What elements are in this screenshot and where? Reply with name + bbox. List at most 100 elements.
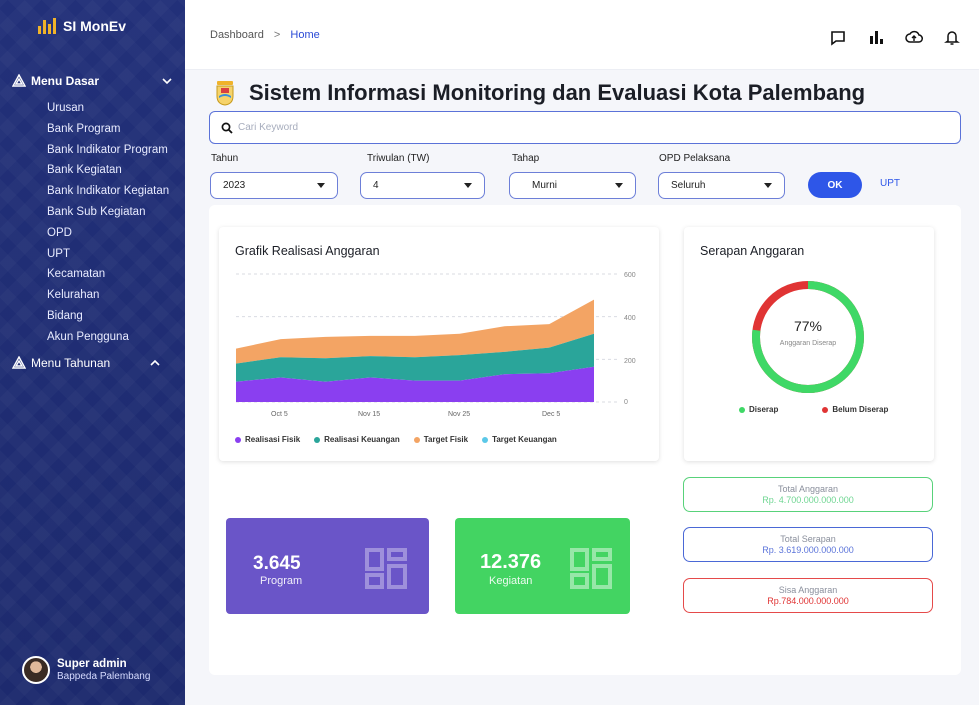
caret-down-icon	[317, 183, 325, 188]
total-serapan-box: Total Serapan Rp. 3.619.000.000.000	[683, 527, 933, 562]
dashboard-icon	[570, 548, 612, 589]
sidebar-item-akun-pengguna[interactable]: Akun Pengguna	[47, 327, 169, 348]
sidebar-item-bidang[interactable]: Bidang	[47, 306, 169, 327]
legend-belum-diserap: Belum Diserap	[822, 405, 888, 414]
opd-select[interactable]: Seluruh	[658, 172, 785, 199]
bar-chart-logo-icon	[38, 18, 56, 34]
page-title: Sistem Informasi Monitoring dan Evaluasi…	[249, 80, 866, 105]
tahun-value: 2023	[223, 180, 246, 191]
chevron-down-icon	[162, 78, 172, 85]
breadcrumb-dashboard[interactable]: Dashboard	[210, 29, 264, 41]
triwulan-select[interactable]: 4	[360, 172, 485, 199]
user-role: Bappeda Palembang	[57, 671, 151, 682]
filter-tahap-label: Tahap	[512, 153, 540, 164]
tahun-select[interactable]: 2023	[210, 172, 338, 199]
palembang-emblem-icon	[216, 81, 234, 106]
ok-button[interactable]: OK	[808, 172, 862, 198]
serapan-card: Serapan Anggaran 77% Anggaran Diserap Di…	[684, 227, 934, 461]
caret-down-icon	[615, 183, 623, 188]
total-serapan-label: Total Serapan	[780, 534, 836, 544]
filter-triwulan-label: Triwulan (TW)	[367, 153, 430, 164]
program-count: 3.645	[253, 553, 301, 574]
sisa-anggaran-value: Rp.784.000.000.000	[767, 596, 849, 606]
triwulan-value: 4	[373, 180, 379, 191]
legend-realisasi-fisik: Realisasi Fisik	[235, 435, 300, 444]
top-icons	[829, 28, 961, 46]
stats-icon[interactable]	[867, 28, 885, 46]
message-icon[interactable]	[829, 28, 847, 46]
legend-realisasi-keuangan: Realisasi Keuangan	[314, 435, 400, 444]
sisa-anggaran-label: Sisa Anggaran	[778, 585, 838, 595]
breadcrumb-home[interactable]: Home	[290, 29, 319, 41]
area-chart: 600 400 200 0 Oct 5 Nov 15 Nov 25 Dec 5	[236, 272, 636, 418]
program-label: Program	[260, 575, 303, 587]
sidebar: SI MonEv Menu Dasar Urusan Bank Program …	[0, 0, 185, 705]
sidebar-item-bank-indikator-program[interactable]: Bank Indikator Program	[47, 140, 169, 161]
legend-target-fisik: Target Fisik	[413, 435, 468, 444]
filter-opd-label: OPD Pelaksana	[659, 153, 731, 164]
page-header: Sistem Informasi Monitoring dan Evaluasi…	[215, 80, 865, 106]
menu-tahunan-label: Menu Tahunan	[31, 356, 111, 370]
sidebar-item-kelurahan[interactable]: Kelurahan	[47, 285, 169, 306]
legend-diserap: Diserap	[739, 405, 778, 414]
legend-target-keuangan: Target Keuangan	[482, 435, 557, 444]
caret-down-icon	[464, 183, 472, 188]
realisasi-legend: Realisasi Fisik Realisasi Keuangan Targe…	[235, 435, 557, 444]
x-tick-oct5: Oct 5	[271, 411, 288, 418]
sidebar-item-urusan[interactable]: Urusan	[47, 98, 169, 119]
serapan-legend: Diserap Belum Diserap	[739, 405, 888, 414]
menu-dasar-list: Urusan Bank Program Bank Indikator Progr…	[47, 98, 169, 348]
serapan-title: Serapan Anggaran	[700, 244, 805, 258]
breadcrumb: Dashboard > Home	[210, 29, 320, 41]
x-tick-nov15: Nov 15	[358, 411, 380, 418]
search-input[interactable]	[238, 122, 738, 133]
cloud-upload-icon[interactable]	[905, 28, 923, 46]
app-title: SI MonEv	[63, 18, 127, 34]
kegiatan-count: 12.376	[480, 551, 542, 573]
sidebar-item-bank-indikator-kegiatan[interactable]: Bank Indikator Kegiatan	[47, 181, 169, 202]
total-anggaran-value: Rp. 4.700.000.000.000	[762, 495, 854, 505]
program-stat-card[interactable]: 3.645 Program	[226, 518, 429, 614]
menu-dasar-label: Menu Dasar	[31, 74, 100, 88]
total-serapan-value: Rp. 3.619.000.000.000	[762, 545, 854, 555]
sidebar-item-upt[interactable]: UPT	[47, 244, 169, 265]
serapan-donut: 77% Anggaran Diserap	[752, 281, 864, 393]
menu-icon	[12, 74, 26, 87]
chevron-up-icon	[150, 359, 160, 366]
menu-dasar-toggle[interactable]: Menu Dasar	[12, 74, 172, 88]
sidebar-item-bank-program[interactable]: Bank Program	[47, 119, 169, 140]
avatar	[22, 656, 50, 684]
sidebar-item-bank-sub-kegiatan[interactable]: Bank Sub Kegiatan	[47, 202, 169, 223]
breadcrumb-separator: >	[273, 29, 281, 41]
user-profile[interactable]: Super admin Bappeda Palembang	[22, 656, 150, 684]
sidebar-item-kecamatan[interactable]: Kecamatan	[47, 264, 169, 285]
menu-icon	[12, 356, 26, 369]
y-tick-200: 200	[624, 358, 636, 365]
realisasi-chart-card: Grafik Realisasi Anggaran 600 400 200 0 …	[219, 227, 659, 461]
tahap-value: Murni	[532, 180, 558, 191]
search-icon	[221, 122, 233, 134]
sidebar-item-opd[interactable]: OPD	[47, 223, 169, 244]
sisa-anggaran-box: Sisa Anggaran Rp.784.000.000.000	[683, 578, 933, 613]
dashboard-icon	[365, 548, 407, 589]
serapan-percent: 77%	[794, 318, 822, 334]
y-tick-600: 600	[624, 272, 636, 279]
y-tick-0: 0	[624, 399, 628, 406]
x-tick-nov25: Nov 25	[448, 411, 470, 418]
caret-down-icon	[764, 183, 772, 188]
topbar: Dashboard > Home	[185, 0, 979, 70]
serapan-sub-label: Anggaran Diserap	[780, 340, 837, 347]
upt-link[interactable]: UPT	[880, 178, 900, 189]
x-tick-dec5: Dec 5	[542, 411, 560, 418]
sidebar-item-bank-kegiatan[interactable]: Bank Kegiatan	[47, 160, 169, 181]
menu-tahunan-toggle[interactable]: Menu Tahunan	[12, 356, 172, 370]
user-name: Super admin	[57, 658, 127, 670]
brand[interactable]: SI MonEv	[38, 18, 126, 34]
bell-icon[interactable]	[943, 28, 961, 46]
kegiatan-stat-card[interactable]: 12.376 Kegiatan	[455, 518, 630, 614]
search-bar	[209, 111, 961, 144]
filter-tahun-label: Tahun	[211, 153, 239, 164]
kegiatan-label: Kegiatan	[489, 575, 533, 587]
total-anggaran-box: Total Anggaran Rp. 4.700.000.000.000	[683, 477, 933, 512]
tahap-select[interactable]: Murni	[509, 172, 636, 199]
